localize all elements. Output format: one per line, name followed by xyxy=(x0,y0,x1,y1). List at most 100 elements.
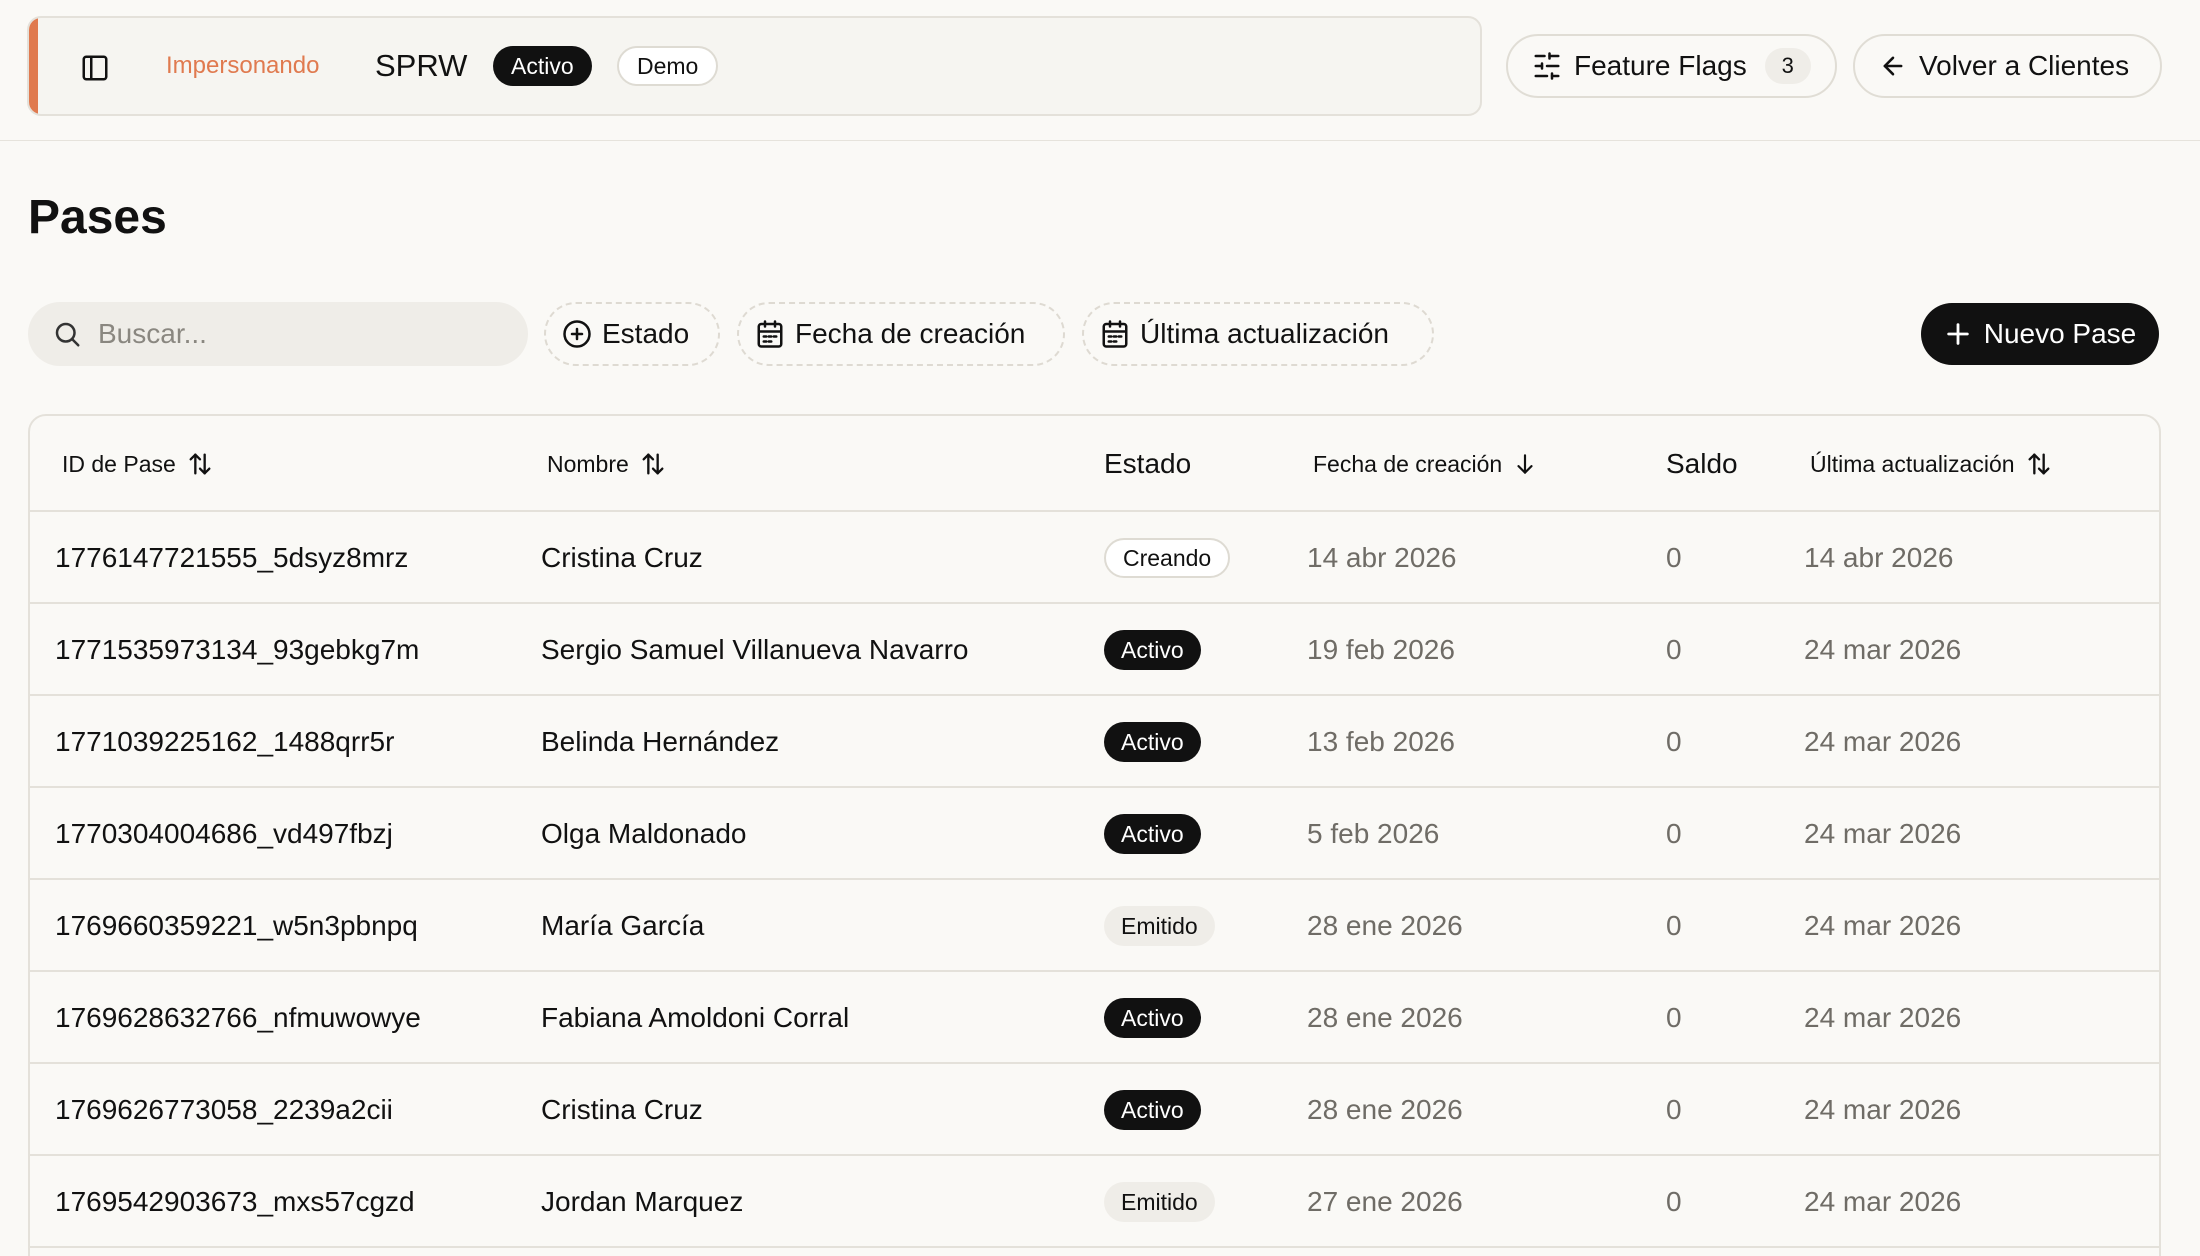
status-badge: Activo xyxy=(1104,814,1201,854)
cell-pass-id: 1769628632766_nfmuwowye xyxy=(55,1002,421,1033)
search-icon xyxy=(55,322,80,347)
calendar-icon xyxy=(1102,320,1128,348)
status-badge: Emitido xyxy=(1104,1182,1215,1222)
cell-name: Sergio Samuel Villanueva Navarro xyxy=(541,634,969,665)
cell-status: Activo xyxy=(1104,696,1201,788)
filter-status-button[interactable]: Estado xyxy=(544,302,720,366)
sidebar-toggle-icon xyxy=(82,55,108,81)
cell-pass-id: 1776147721555_5dsyz8mrz xyxy=(55,542,409,573)
status-badge: Activo xyxy=(1104,998,1201,1038)
cell-created: 5 feb 2026 xyxy=(1307,818,1440,849)
tenant-name: SPRW xyxy=(375,48,468,83)
sliders-icon xyxy=(1534,52,1560,80)
cell-created: 28 ene 2026 xyxy=(1307,1094,1463,1125)
new-pass-button[interactable]: Nuevo Pase xyxy=(1921,303,2159,365)
sidebar-toggle-button[interactable] xyxy=(77,50,113,86)
back-to-clients-label: Volver a Clientes xyxy=(1919,50,2130,81)
cell-name: Olga Maldonado xyxy=(541,818,747,849)
tenant-status-badge: Activo xyxy=(493,46,592,86)
cell-balance: 0 xyxy=(1666,1094,1682,1125)
cell-created: 14 abr 2026 xyxy=(1307,542,1457,573)
cell-created: 19 feb 2026 xyxy=(1307,634,1455,665)
search-box[interactable] xyxy=(28,302,528,366)
filter-created-label: Fecha de creación xyxy=(795,318,1026,349)
arrow-down-icon xyxy=(1517,454,1533,474)
cell-updated: 14 abr 2026 xyxy=(1804,542,1954,573)
calendar-icon xyxy=(757,320,783,348)
tenant-env-badge: Demo xyxy=(617,46,719,86)
status-badge: Emitido xyxy=(1104,906,1215,946)
status-badge: Activo xyxy=(1104,630,1201,670)
table-row[interactable]: 1769628632766_nfmuwowye Fabiana Amoldoni … xyxy=(30,972,2159,1064)
plus-circle-icon xyxy=(563,320,591,348)
cell-balance: 0 xyxy=(1666,634,1682,665)
feature-flags-button[interactable]: Feature Flags 3 xyxy=(1506,34,1837,98)
top-bar: Impersonando SPRW Activo Demo Feature Fl… xyxy=(0,0,2200,141)
search-input[interactable] xyxy=(98,318,498,350)
sort-icon xyxy=(2028,453,2050,475)
table-row[interactable]: 1769626773058_2239a2cii Cristina Cruz Acti… xyxy=(30,1064,2159,1156)
cell-pass-id: 1770304004686_vd497fbzj xyxy=(55,818,393,849)
filter-status-label: Estado xyxy=(602,318,690,349)
table-row[interactable]: 1771039225162_1488qrr5r Belinda Hernández… xyxy=(30,696,2159,788)
cell-name: María García xyxy=(541,910,705,941)
cell-updated: 24 mar 2026 xyxy=(1804,726,1962,757)
table-row[interactable]: 1771535973134_93gebkg7m Sergio Samuel Vil… xyxy=(30,604,2159,696)
feature-flags-count: 3 xyxy=(1764,48,1811,84)
new-pass-label: Nuevo Pase xyxy=(1983,318,2137,349)
sort-icon xyxy=(189,453,211,475)
cell-pass-id: 1769626773058_2239a2cii xyxy=(55,1094,393,1125)
cell-pass-id: 1771039225162_1488qrr5r xyxy=(55,726,395,757)
cell-status: Emitido xyxy=(1104,880,1215,972)
status-badge: Activo xyxy=(1104,1090,1201,1130)
status-badge: Creando xyxy=(1104,538,1231,578)
arrow-left-icon xyxy=(1883,56,1903,76)
cell-status: Activo xyxy=(1104,788,1201,880)
column-header-updated[interactable]: Última actualización xyxy=(1810,416,2053,512)
plus-icon xyxy=(1946,323,1969,345)
cell-name: Cristina Cruz xyxy=(541,542,703,573)
cell-name: Jordan Marquez xyxy=(541,1186,744,1217)
cell-balance: 0 xyxy=(1666,726,1682,757)
cell-balance: 0 xyxy=(1666,910,1682,941)
table-row[interactable]: 1776147721555_5dsyz8mrz Cristina Cruz Crea… xyxy=(30,512,2159,604)
cell-balance: 0 xyxy=(1666,1186,1682,1217)
cell-balance: 0 xyxy=(1666,1002,1682,1033)
column-header-balance: Saldo xyxy=(1666,448,1738,479)
cell-balance: 0 xyxy=(1666,542,1682,573)
cell-pass-id: 1769542903673_mxs57cgzd xyxy=(55,1186,415,1217)
sort-icon xyxy=(642,453,664,475)
cell-updated: 24 mar 2026 xyxy=(1804,1002,1962,1033)
cell-updated: 24 mar 2026 xyxy=(1804,910,1962,941)
column-header-name[interactable]: Nombre xyxy=(547,416,667,512)
page-title: Pases xyxy=(28,191,167,244)
impersonation-banner: Impersonando SPRW Activo Demo xyxy=(27,16,1482,116)
filter-updated-label: Última actualización xyxy=(1140,318,1389,349)
filter-updated-button[interactable]: Última actualización xyxy=(1082,302,1434,366)
table-row[interactable]: 1769542903673_mxs57cgzd Jordan Marquez Emi… xyxy=(30,1156,2159,1248)
cell-status: Activo xyxy=(1104,604,1201,696)
column-header-status: Estado xyxy=(1104,448,1192,479)
table-header: ID de Pase Nombre Estado Fecha de creaci… xyxy=(30,416,2159,512)
column-header-id[interactable]: ID de Pase xyxy=(62,416,214,512)
impersonating-label: Impersonando xyxy=(166,52,320,79)
cell-status: Activo xyxy=(1104,972,1201,1064)
cell-created: 13 feb 2026 xyxy=(1307,726,1455,757)
cell-created: 28 ene 2026 xyxy=(1307,1002,1463,1033)
filter-created-button[interactable]: Fecha de creación xyxy=(737,302,1065,366)
cell-created: 28 ene 2026 xyxy=(1307,910,1463,941)
feature-flags-label: Feature Flags xyxy=(1574,50,1747,81)
cell-name: Cristina Cruz xyxy=(541,1094,703,1125)
column-header-created[interactable]: Fecha de creación xyxy=(1313,416,1538,512)
status-badge: Activo xyxy=(1104,722,1201,762)
cell-updated: 24 mar 2026 xyxy=(1804,818,1962,849)
table-row[interactable]: 1770304004686_vd497fbzj Olga Maldonado Act… xyxy=(30,788,2159,880)
table-row[interactable]: 1769660359221_w5n3pbnpq María García Emiti… xyxy=(30,880,2159,972)
cell-pass-id: 1769660359221_w5n3pbnpq xyxy=(55,910,418,941)
cell-name: Fabiana Amoldoni Corral xyxy=(541,1002,850,1033)
cell-balance: 0 xyxy=(1666,818,1682,849)
cell-created: 27 ene 2026 xyxy=(1307,1186,1463,1217)
cell-name: Belinda Hernández xyxy=(541,726,780,757)
cell-status: Emitido xyxy=(1104,1156,1215,1248)
back-to-clients-button[interactable]: Volver a Clientes xyxy=(1853,34,2162,98)
